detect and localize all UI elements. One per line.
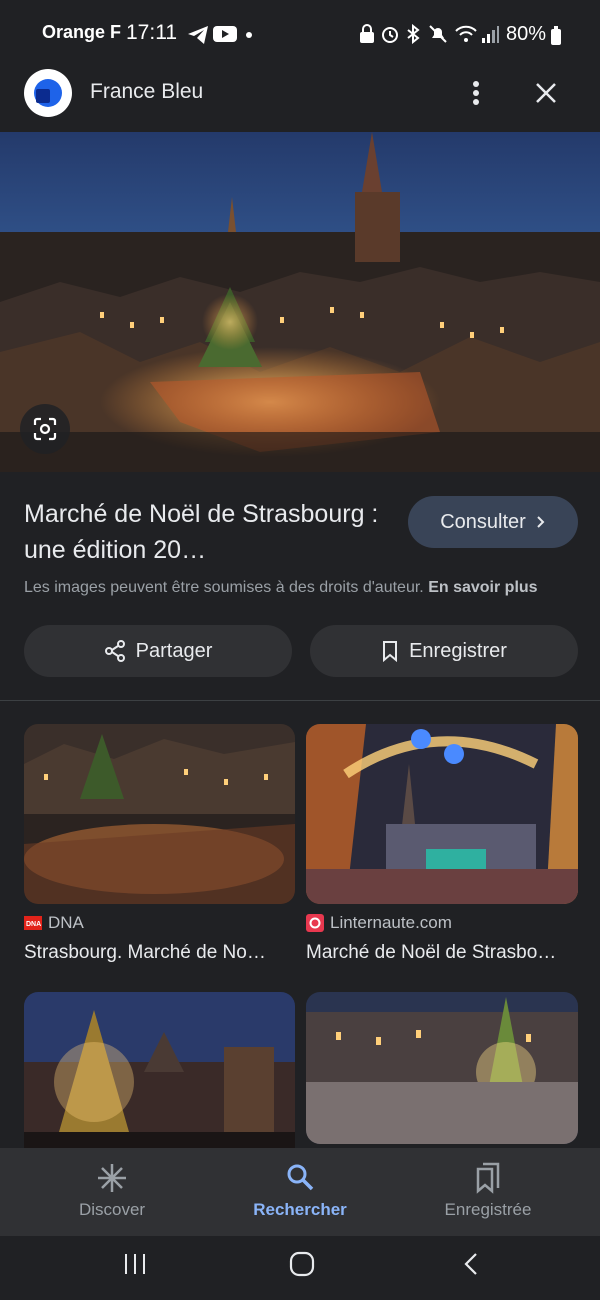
result-title[interactable]: Marché de Noël de Strasbourg : une éditi… — [24, 496, 394, 568]
youtube-icon — [213, 26, 237, 42]
google-lens-button[interactable] — [20, 404, 70, 454]
signal-icon — [482, 26, 499, 43]
nav-saved[interactable]: Enregistrée — [408, 1158, 568, 1228]
svg-text:DNA: DNA — [26, 921, 41, 928]
clock: 17:11 — [126, 21, 177, 44]
result-thumbnail-1[interactable] — [24, 724, 295, 904]
result-thumbnail-3[interactable] — [24, 992, 295, 1148]
lock-icon — [360, 24, 374, 43]
result-source-name: DNA — [48, 913, 84, 932]
hero-image[interactable] — [0, 132, 600, 472]
battery-level: 80% — [506, 23, 547, 45]
result-source-1: DNA DNA — [24, 913, 294, 933]
result-thumbnail-2[interactable] — [306, 724, 578, 904]
copyright-notice: Les images peuvent être soumises à des d… — [24, 579, 584, 597]
save-label: Enregistrer — [409, 639, 507, 662]
wifi-icon — [455, 25, 477, 42]
mute-icon — [429, 25, 447, 43]
alarm-icon — [382, 27, 398, 43]
more-vert-icon[interactable] — [466, 80, 486, 106]
result-source-2: Linternaute.com — [306, 913, 576, 933]
home-icon[interactable] — [289, 1251, 315, 1277]
consult-button-label: Consulter — [440, 510, 526, 533]
save-button[interactable]: Enregistrer — [310, 625, 578, 677]
site-name[interactable]: France Bleu — [90, 80, 203, 104]
share-label: Partager — [135, 639, 213, 662]
consult-button[interactable]: Consulter — [408, 496, 578, 548]
divider — [0, 700, 600, 701]
bookmark-icon — [383, 641, 398, 662]
back-icon[interactable] — [462, 1252, 480, 1276]
dna-logo-icon: DNA — [24, 916, 42, 930]
nav-label: Enregistrée — [444, 1200, 532, 1219]
telegram-icon — [188, 26, 208, 44]
nav-discover[interactable]: Discover — [32, 1158, 192, 1228]
result-caption-2[interactable]: Marché de Noël de Strasbo… — [306, 942, 576, 964]
dot-icon — [246, 32, 252, 38]
share-button[interactable]: Partager — [24, 625, 292, 677]
close-icon[interactable] — [535, 82, 557, 104]
site-logo-icon[interactable] — [24, 69, 72, 117]
result-thumbnail-4[interactable] — [306, 992, 578, 1144]
share-icon — [104, 640, 125, 662]
asterisk-icon — [98, 1164, 126, 1192]
lens-icon — [33, 417, 57, 441]
result-source-name: Linternaute.com — [330, 913, 452, 932]
bluetooth-icon — [407, 24, 420, 44]
recent-apps-icon[interactable] — [122, 1252, 148, 1276]
nav-label: Rechercher — [253, 1200, 347, 1219]
linternaute-logo-icon — [306, 914, 324, 932]
nav-search[interactable]: Rechercher — [220, 1158, 380, 1228]
learn-more-link[interactable]: En savoir plus — [428, 579, 537, 596]
search-icon — [287, 1164, 314, 1191]
bookmarks-icon — [476, 1162, 500, 1194]
chevron-right-icon — [537, 516, 545, 528]
nav-label: Discover — [78, 1200, 146, 1219]
battery-icon — [551, 26, 561, 45]
copyright-text: Les images peuvent être soumises à des d… — [24, 579, 424, 596]
result-caption-1[interactable]: Strasbourg. Marché de No… — [24, 942, 294, 964]
carrier-name: Orange F — [42, 22, 122, 42]
